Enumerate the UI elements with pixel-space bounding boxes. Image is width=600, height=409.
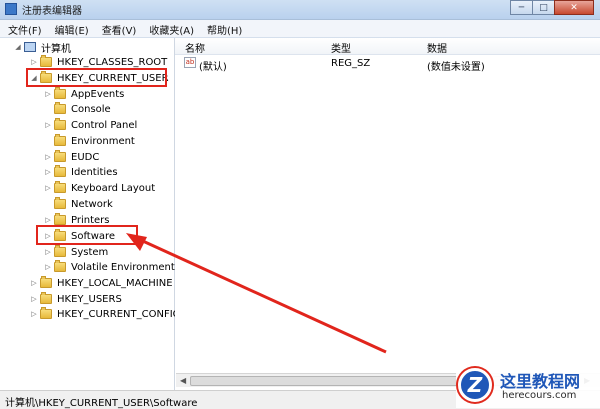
tree-label: System	[71, 246, 109, 258]
menu-view[interactable]: 查看(V)	[94, 20, 142, 37]
tree-node-console[interactable]: Console	[44, 102, 111, 116]
window-controls: ─ □ ✕	[510, 0, 594, 16]
tree-node-hku[interactable]: ▷ HKEY_USERS	[30, 292, 122, 306]
folder-icon	[54, 165, 66, 177]
tree-node-identities[interactable]: ▷ Identities	[44, 165, 118, 179]
watermark-text: 这里教程网	[500, 372, 581, 391]
expand-arrow-icon[interactable]: ▷	[44, 248, 52, 256]
annotation-highlight-box	[26, 68, 167, 87]
tree-node-network[interactable]: Network	[44, 197, 113, 211]
expand-arrow-icon[interactable]: ▷	[44, 184, 52, 192]
menu-favorites[interactable]: 收藏夹(A)	[141, 20, 199, 37]
close-button[interactable]: ✕	[554, 0, 594, 15]
folder-icon	[54, 134, 66, 146]
folder-icon	[54, 87, 66, 99]
tree-label: HKEY_CURRENT_CONFIG	[57, 308, 181, 320]
menu-help[interactable]: 帮助(H)	[199, 20, 247, 37]
tree-label: Printers	[71, 214, 110, 226]
tree-node-appevents[interactable]: ▷ AppEvents	[44, 87, 124, 101]
menu-file[interactable]: 文件(F)	[0, 20, 47, 37]
tree-label: Keyboard Layout	[71, 182, 156, 194]
minimize-icon: ─	[518, 2, 525, 13]
folder-icon	[54, 245, 66, 257]
watermark: Z 这里教程网 herecours.com	[456, 365, 600, 408]
menu-bar: 文件(F) 编辑(E) 查看(V) 收藏夹(A) 帮助(H)	[0, 20, 600, 38]
folder-icon	[40, 55, 52, 67]
tree-node-eudc[interactable]: ▷ EUDC	[44, 150, 99, 164]
close-icon: ✕	[570, 2, 578, 13]
folder-icon	[40, 276, 52, 288]
tree-node-volatile-environment[interactable]: ▷ Volatile Environment	[44, 260, 175, 274]
tree-node-computer[interactable]: ◢ 计算机	[14, 40, 71, 55]
expand-arrow-icon[interactable]: ▷	[44, 121, 52, 129]
value-data: (数值未设置)	[427, 62, 485, 73]
tree-label: AppEvents	[71, 88, 125, 100]
tree-node-system[interactable]: ▷ System	[44, 245, 108, 259]
maximize-button[interactable]: □	[532, 0, 555, 15]
folder-icon	[40, 292, 52, 304]
expand-arrow-icon[interactable]: ▷	[30, 295, 38, 303]
tree-label: Volatile Environment	[71, 261, 175, 273]
expand-arrow-icon[interactable]: ▷	[44, 263, 52, 271]
computer-icon	[24, 42, 36, 52]
status-path: 计算机\HKEY_CURRENT_USER\Software	[5, 398, 198, 409]
string-value-icon: ab	[184, 57, 196, 68]
value-name: (默认)	[199, 62, 227, 73]
folder-icon	[54, 150, 66, 162]
title-bar: 注册表编辑器 ─ □ ✕	[0, 0, 600, 20]
values-list[interactable]: 名称 类型 数据 ab (默认) REG_SZ (数值未设置)	[175, 38, 600, 390]
tree-label: HKEY_CLASSES_ROOT	[57, 56, 168, 68]
expand-arrow-icon[interactable]: ▷	[30, 279, 38, 287]
expand-arrow-icon[interactable]: ▷	[30, 58, 38, 66]
tree-node-hklm[interactable]: ▷ HKEY_LOCAL_MACHINE	[30, 276, 173, 290]
watermark-url: herecours.com	[502, 390, 577, 401]
expand-arrow-icon[interactable]: ▷	[44, 153, 52, 161]
expand-arrow-icon[interactable]: ▷	[44, 90, 52, 98]
folder-icon	[54, 102, 66, 114]
collapse-arrow-icon[interactable]: ◢	[14, 43, 22, 51]
folder-icon	[54, 260, 66, 272]
list-header: 名称 类型 数据	[175, 38, 600, 55]
tree-label: 计算机	[41, 43, 71, 55]
folder-icon	[40, 307, 52, 319]
tree-node-keyboard-layout[interactable]: ▷ Keyboard Layout	[44, 181, 155, 195]
tree-node-hkcr[interactable]: ▷ HKEY_CLASSES_ROOT	[30, 55, 167, 69]
expand-arrow-icon[interactable]: ▷	[44, 216, 52, 224]
annotation-highlight-box	[36, 225, 138, 245]
tree-label: EUDC	[71, 151, 100, 163]
folder-icon	[54, 213, 66, 225]
regedit-app-icon	[5, 3, 17, 15]
window-title: 注册表编辑器	[22, 6, 82, 17]
tree-label: Identities	[71, 166, 118, 178]
value-type: REG_SZ	[331, 58, 371, 69]
list-item[interactable]: ab (默认) REG_SZ (数值未设置)	[175, 57, 600, 73]
minimize-button[interactable]: ─	[510, 0, 533, 15]
tree-label: Control Panel	[71, 119, 138, 131]
folder-icon	[54, 181, 66, 193]
tree-node-environment[interactable]: Environment	[44, 134, 135, 148]
registry-tree[interactable]: ◢ 计算机 ▷ HKEY_CLASSES_ROOT ◢ HKEY_CURRENT_US…	[0, 38, 180, 390]
scroll-left-icon[interactable]: ◀	[180, 376, 186, 385]
tree-label: HKEY_USERS	[57, 293, 122, 305]
tree-node-control-panel[interactable]: ▷ Control Panel	[44, 118, 137, 132]
column-header-data[interactable]: 数据	[427, 40, 447, 55]
tree-node-hkcc[interactable]: ▷ HKEY_CURRENT_CONFIG	[30, 307, 180, 321]
tree-label: HKEY_LOCAL_MACHINE	[57, 277, 173, 289]
menu-edit[interactable]: 编辑(E)	[47, 20, 94, 37]
tree-label: Network	[71, 198, 113, 210]
maximize-icon: □	[539, 2, 548, 13]
folder-icon	[54, 197, 66, 209]
tree-label: Environment	[71, 135, 135, 147]
tree-label: Console	[71, 103, 111, 115]
expand-arrow-icon[interactable]: ▷	[30, 310, 38, 318]
column-header-type[interactable]: 类型	[331, 40, 351, 55]
folder-icon	[54, 118, 66, 130]
column-header-name[interactable]: 名称	[185, 40, 205, 55]
watermark-logo: Z	[458, 368, 492, 402]
expand-arrow-icon[interactable]: ▷	[44, 168, 52, 176]
